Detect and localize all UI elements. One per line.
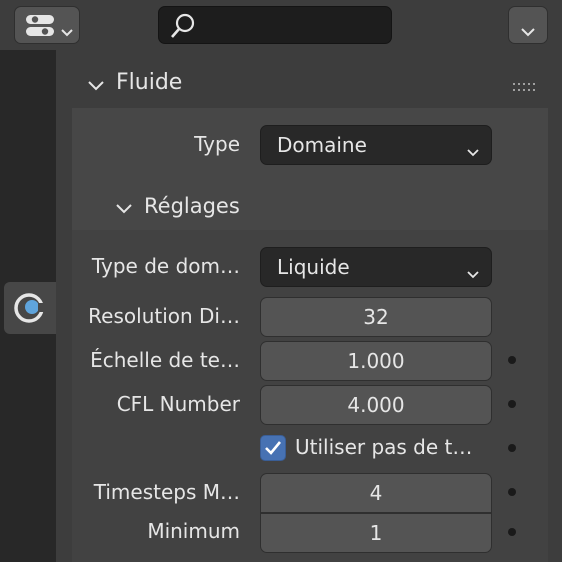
adaptive-timesteps-checkbox[interactable]	[260, 435, 286, 461]
editor-type-button[interactable]	[14, 6, 80, 44]
keyframe-dot-icon[interactable]	[508, 444, 516, 452]
resolution-field[interactable]: 32	[260, 297, 492, 337]
keyframe-dot-icon[interactable]	[508, 528, 516, 536]
type-dropdown-value: Domaine	[277, 133, 367, 157]
cfl-number-label: CFL Number	[116, 392, 240, 416]
type-dropdown[interactable]: Domaine	[260, 125, 492, 165]
domain-type-dropdown[interactable]: Liquide	[260, 247, 492, 287]
panel-header-fluid[interactable]: Fluide	[72, 58, 562, 108]
domain-type-label: Type de dom…	[91, 254, 240, 278]
properties-tab-bar	[0, 50, 56, 562]
header-bar	[0, 0, 562, 50]
domain-type-value: Liquide	[277, 255, 350, 279]
chevron-down-icon	[467, 264, 479, 283]
options-button[interactable]	[508, 6, 548, 44]
time-scale-label: Échelle de te…	[90, 348, 240, 372]
timesteps-max-field[interactable]: 4	[260, 473, 492, 513]
panel-title: Fluide	[116, 70, 183, 95]
adaptive-timesteps-label[interactable]: Utiliser pas de t…	[295, 435, 472, 459]
keyframe-dot-icon[interactable]	[508, 400, 516, 408]
keyframe-dot-icon[interactable]	[508, 356, 516, 364]
properties-editor-icon	[25, 14, 57, 42]
timesteps-max-label: Timesteps M…	[93, 480, 240, 504]
chevron-down-icon[interactable]	[88, 76, 104, 95]
chevron-down-icon[interactable]	[116, 199, 132, 218]
subpanel-header-settings[interactable]: Réglages	[72, 182, 548, 230]
timesteps-min-field[interactable]: 1	[260, 513, 492, 553]
chevron-down-icon	[467, 142, 479, 161]
tab-physics[interactable]	[4, 282, 56, 334]
drag-handle-icon[interactable]	[513, 78, 535, 97]
time-scale-field[interactable]: 1.000	[260, 341, 492, 381]
keyframe-dot-icon[interactable]	[508, 488, 516, 496]
type-label: Type	[194, 132, 240, 156]
chevron-down-icon	[61, 22, 73, 41]
chevron-down-icon	[521, 22, 535, 41]
search-icon	[169, 12, 197, 44]
cfl-number-field[interactable]: 4.000	[260, 385, 492, 425]
resolution-label: Resolution Di…	[88, 304, 240, 328]
timesteps-min-label: Minimum	[147, 519, 240, 543]
search-input[interactable]	[158, 6, 392, 44]
subpanel-title: Réglages	[144, 194, 240, 218]
